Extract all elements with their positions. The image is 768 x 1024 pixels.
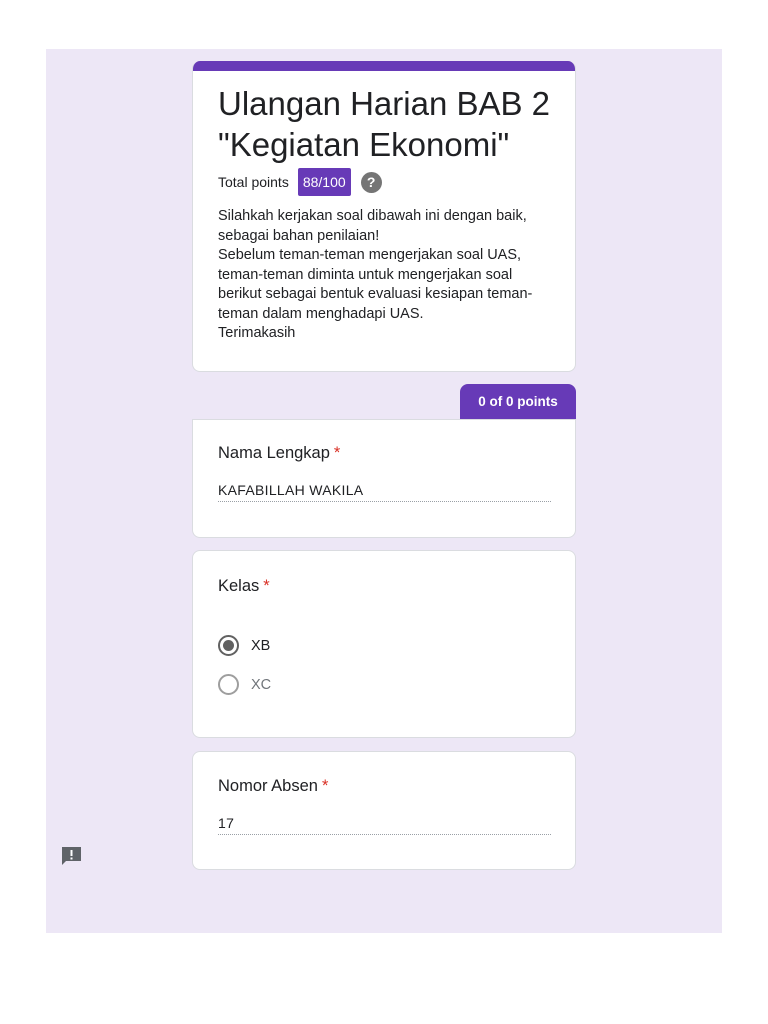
- question-title-text: Kelas: [218, 577, 260, 595]
- section-points-tab: 0 of 0 points: [460, 384, 576, 419]
- description-line: Terimakasih: [218, 325, 296, 341]
- form-description: Silahkah kerjakan soal dibawah ini denga…: [218, 207, 558, 344]
- required-asterisk: *: [333, 444, 341, 462]
- description-line: Silahkah kerjakan soal dibawah ini denga…: [218, 208, 527, 224]
- help-icon[interactable]: ?: [360, 171, 382, 193]
- option-xc[interactable]: XC: [218, 674, 271, 695]
- description-line: berikut sebagai bentuk evaluasi kesiapan…: [218, 286, 533, 302]
- required-asterisk: *: [263, 577, 270, 595]
- question-title-text: Nomor Absen: [218, 777, 318, 795]
- option-xb[interactable]: XB: [218, 635, 270, 656]
- report-feedback-icon[interactable]: [60, 845, 83, 867]
- question-title: Kelas *: [218, 577, 270, 596]
- nama-answer: KAFABILLAH WAKILA: [218, 482, 551, 502]
- description-line: teman dalam menghadapi UAS.: [218, 305, 424, 322]
- question-title: Nama Lengkap *: [218, 444, 340, 463]
- form-title: Ulangan Harian BAB 2 "Kegiatan Ekonomi": [218, 85, 551, 163]
- question-title: Nomor Absen *: [218, 777, 328, 796]
- description-line: Sebelum teman-teman mengerjakan soal UAS…: [218, 247, 522, 263]
- total-points-row: Total points 88/100 ?: [218, 168, 382, 196]
- question-card-absen: Nomor Absen * 17: [192, 751, 576, 870]
- description-line: teman-teman diminta untuk mengerjakan so…: [218, 266, 513, 283]
- absen-answer: 17: [218, 815, 551, 835]
- question-title-text: Nama Lengkap: [218, 444, 330, 462]
- option-label: XC: [251, 676, 272, 693]
- option-label: XB: [251, 637, 271, 654]
- question-card-kelas: Kelas * XB XC: [192, 550, 576, 738]
- description-line: sebagai bahan penilaian!: [218, 227, 380, 244]
- required-asterisk: *: [321, 777, 329, 795]
- form-header-card: Ulangan Harian BAB 2 "Kegiatan Ekonomi" …: [192, 61, 576, 372]
- radio-unchecked-icon[interactable]: [218, 674, 239, 695]
- score-badge: 88/100: [297, 168, 351, 196]
- total-points-label: Total points: [218, 174, 289, 190]
- radio-checked-icon[interactable]: [218, 635, 239, 656]
- header-accent-bar: [193, 61, 575, 71]
- question-card-nama: Nama Lengkap * KAFABILLAH WAKILA: [192, 419, 576, 538]
